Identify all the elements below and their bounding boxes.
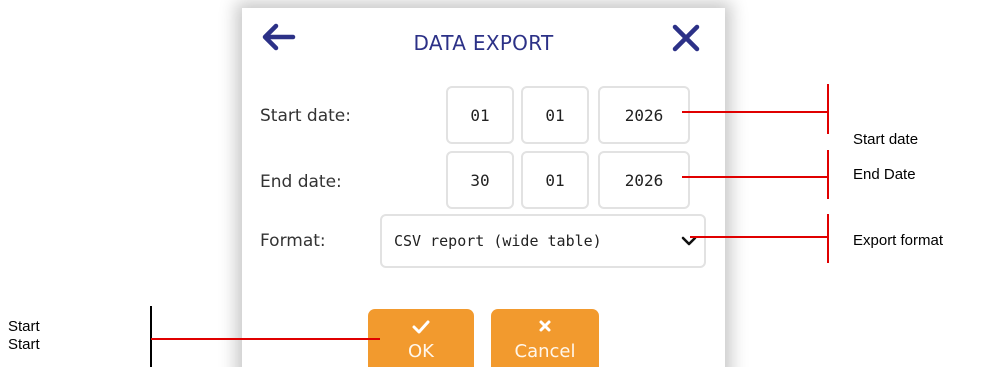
callout-export-format: Export format <box>853 232 944 249</box>
stage: DATA EXPORT Start date: 01 01 2026 End d… <box>0 0 985 367</box>
callout-ok-line1: Start <box>8 318 40 335</box>
callout-end-date: End Date <box>853 166 916 183</box>
callout-ok-line2: Start <box>8 336 40 353</box>
callout-lines <box>150 84 829 367</box>
callout-start-date: Start date <box>853 131 919 148</box>
